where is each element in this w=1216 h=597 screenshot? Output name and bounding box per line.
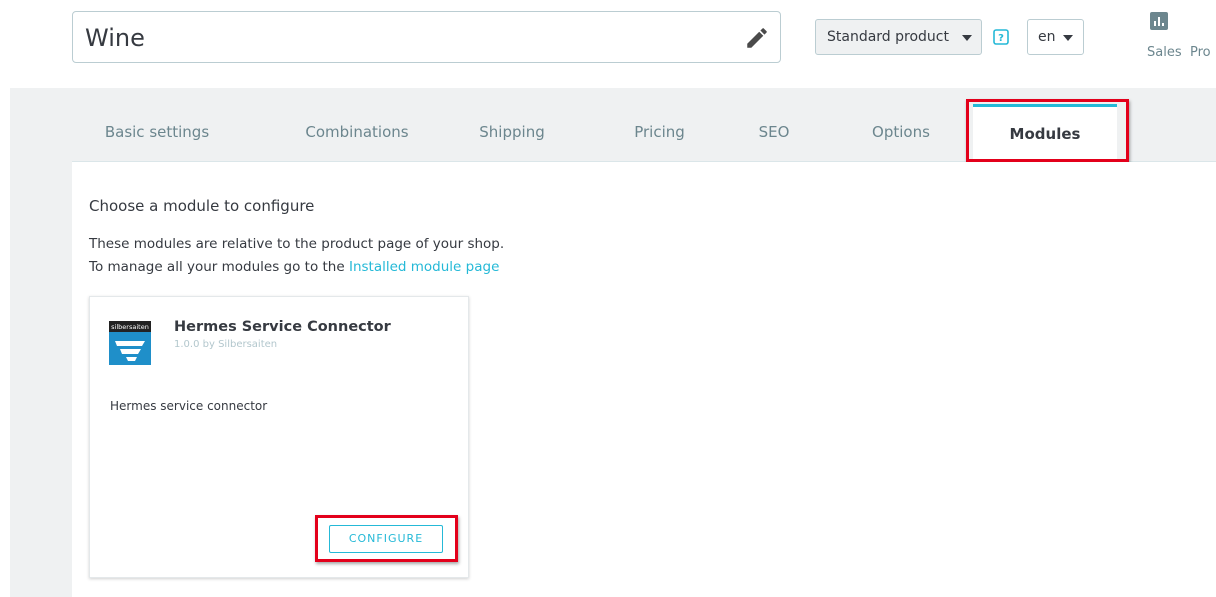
section-description-link-line: To manage all your modules go to the Ins… [89,259,499,275]
tab-basic-settings[interactable]: Basic settings [72,104,242,161]
product-type-value: Standard product [827,29,949,45]
language-value: en [1038,29,1056,45]
product-name-input[interactable]: Wine [72,11,781,63]
module-version: 1.0.0 by Silbersaiten [174,339,278,350]
tab-pricing[interactable]: Pricing [612,104,707,161]
language-select[interactable]: en [1027,19,1084,55]
tab-options[interactable]: Options [852,104,950,161]
sales-link[interactable]: Sales [1141,10,1182,66]
module-card: silbersaiten Hermes Service Connector 1.… [89,296,469,578]
configure-button[interactable]: CONFIGURE [329,525,443,553]
caret-down-icon [1063,35,1073,41]
installed-module-link[interactable]: Installed module page [349,259,499,275]
description-prefix: To manage all your modules go to the [89,259,349,275]
help-icon[interactable]: ? [993,29,1009,45]
product-tabs: Basic settings Combinations Shipping Pri… [72,104,1216,162]
caret-down-icon [962,35,972,41]
module-logo: silbersaiten [109,321,151,365]
module-logo-text: silbersaiten [111,323,149,331]
product-name-value: Wine [85,24,145,52]
product-preview-link[interactable]: Pro [1190,45,1211,60]
tab-combinations[interactable]: Combinations [262,104,452,161]
module-description: Hermes service connector [110,399,268,413]
svg-text:?: ? [998,33,1004,44]
module-name: Hermes Service Connector [174,319,391,335]
section-title: Choose a module to configure [89,197,315,215]
tab-shipping[interactable]: Shipping [462,104,562,161]
bar-chart-icon [1150,12,1168,30]
pencil-icon[interactable] [744,25,770,51]
product-type-select[interactable]: Standard product [815,19,982,55]
sales-label: Sales [1147,45,1182,60]
tab-modules[interactable]: Modules [973,104,1117,162]
section-description: These modules are relative to the produc… [89,236,505,252]
tab-seo[interactable]: SEO [742,104,806,161]
